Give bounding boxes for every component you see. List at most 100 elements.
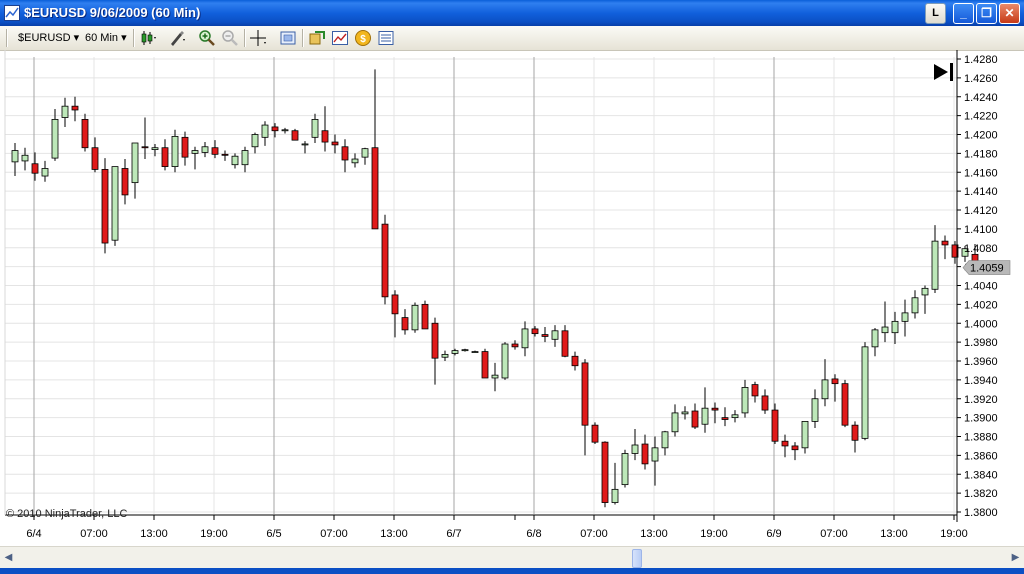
zoom-in-icon[interactable] bbox=[198, 29, 216, 47]
candle bbox=[841, 379, 849, 428]
candle-body-up bbox=[261, 124, 269, 138]
period-label: 60 Min bbox=[85, 32, 119, 44]
x-tick-label: 6/5 bbox=[266, 528, 281, 540]
candle-body-up bbox=[741, 387, 749, 414]
candle-body-up bbox=[201, 146, 209, 153]
candle bbox=[831, 374, 839, 402]
x-tick-label: 19:00 bbox=[200, 528, 228, 540]
candle bbox=[731, 410, 739, 423]
candle bbox=[211, 140, 219, 159]
candle bbox=[231, 153, 239, 169]
candle bbox=[591, 422, 599, 445]
candle-body-down bbox=[561, 330, 569, 357]
candlestick-style-icon[interactable] bbox=[140, 29, 158, 47]
instrument-selector[interactable]: $EURUSD ▾ bbox=[18, 31, 79, 44]
candle bbox=[611, 462, 619, 505]
properties-icon[interactable] bbox=[377, 29, 395, 47]
candle bbox=[741, 379, 749, 418]
y-tick-label: 1.3840 bbox=[964, 469, 998, 481]
crosshair-icon[interactable] bbox=[249, 29, 267, 47]
price-chart[interactable]: 1.4280 1.4260 1.4240 1.4220 1.4200 1.4180 1.41… bbox=[0, 50, 1024, 546]
candle-body-up bbox=[191, 150, 199, 154]
candle bbox=[851, 421, 859, 453]
candle bbox=[781, 434, 789, 458]
candle-body-up bbox=[731, 414, 739, 419]
candle bbox=[931, 225, 939, 294]
candle-body-down bbox=[781, 440, 789, 447]
y-tick-label: 1.4140 bbox=[964, 186, 998, 198]
candle-body-down bbox=[321, 130, 329, 143]
candle-body-up bbox=[21, 154, 29, 162]
zoom-out-icon[interactable] bbox=[221, 29, 239, 47]
x-tick-label: 07:00 bbox=[580, 528, 608, 540]
candle bbox=[61, 97, 69, 127]
candle bbox=[301, 141, 309, 154]
candle-body-down bbox=[761, 395, 769, 411]
drawing-tools-icon[interactable] bbox=[168, 29, 186, 47]
candle bbox=[411, 302, 419, 333]
candle-body-up bbox=[671, 412, 679, 433]
y-tick-label: 1.3920 bbox=[964, 394, 998, 406]
candle-body-up bbox=[131, 142, 139, 184]
chart-toolbar: $EURUSD ▾ 60 Min ▾ $ bbox=[0, 26, 1024, 51]
candle bbox=[901, 299, 909, 337]
toolbar-separator bbox=[302, 29, 304, 47]
candle-body-up bbox=[451, 350, 459, 354]
horizontal-scrollbar[interactable]: ◀ ▶ bbox=[0, 546, 1024, 569]
candle-body-down bbox=[941, 240, 949, 246]
candle-body-down bbox=[391, 294, 399, 315]
candle-body-down bbox=[541, 334, 549, 337]
candle bbox=[401, 309, 409, 335]
candle bbox=[861, 342, 869, 441]
minimize-button[interactable]: _ bbox=[953, 3, 974, 24]
candle bbox=[91, 137, 99, 173]
currency-icon[interactable]: $ bbox=[354, 29, 372, 47]
strategies-icon[interactable] bbox=[308, 29, 326, 47]
y-tick-label: 1.4080 bbox=[964, 243, 998, 255]
candle bbox=[311, 113, 319, 143]
candle-body-up bbox=[351, 158, 359, 164]
candle-body-up bbox=[11, 150, 19, 163]
candle-body-down bbox=[751, 384, 759, 397]
candle bbox=[481, 348, 489, 379]
x-tick-label: 07:00 bbox=[320, 528, 348, 540]
chevron-down-icon: ▾ bbox=[73, 32, 80, 44]
candle-body-down bbox=[71, 105, 79, 111]
scroll-left-icon[interactable]: ◀ bbox=[1, 549, 16, 566]
candle bbox=[471, 350, 479, 353]
candle-body-down bbox=[711, 407, 719, 411]
candle-body-down bbox=[531, 328, 539, 335]
candle-body-up bbox=[281, 129, 289, 132]
candle bbox=[421, 300, 429, 330]
candle bbox=[331, 134, 339, 154]
candle bbox=[101, 158, 109, 254]
period-selector[interactable]: 60 Min ▾ bbox=[85, 31, 127, 44]
x-tick-label: 07:00 bbox=[820, 528, 848, 540]
link-button[interactable]: L bbox=[925, 3, 946, 24]
x-tick-label: 13:00 bbox=[640, 528, 668, 540]
candle bbox=[81, 113, 89, 152]
candle-body-down bbox=[271, 126, 279, 132]
candle bbox=[711, 402, 719, 424]
candle bbox=[531, 326, 539, 337]
candle-body-down bbox=[641, 443, 649, 465]
candle bbox=[221, 150, 229, 161]
indicators-icon[interactable] bbox=[331, 29, 349, 47]
chart-area[interactable]: 1.4280 1.4260 1.4240 1.4220 1.4200 1.4180 1.41… bbox=[0, 50, 1024, 546]
candle-body-down bbox=[571, 355, 579, 367]
close-button[interactable]: ✕ bbox=[999, 3, 1020, 24]
restore-button[interactable]: ❐ bbox=[976, 3, 997, 24]
scroll-right-icon[interactable]: ▶ bbox=[1008, 549, 1023, 566]
candle-body-up bbox=[41, 168, 49, 177]
candle-body-up bbox=[251, 134, 259, 148]
candle bbox=[201, 142, 209, 158]
candle bbox=[671, 404, 679, 437]
x-tick-label: 6/7 bbox=[446, 528, 461, 540]
data-box-icon[interactable] bbox=[279, 29, 297, 47]
candle-body-down bbox=[291, 130, 299, 141]
y-tick-label: 1.3800 bbox=[964, 507, 998, 519]
candle-body-down bbox=[141, 146, 149, 149]
candle-body-up bbox=[231, 155, 239, 166]
scroll-thumb[interactable] bbox=[632, 549, 642, 568]
candle bbox=[921, 285, 929, 314]
